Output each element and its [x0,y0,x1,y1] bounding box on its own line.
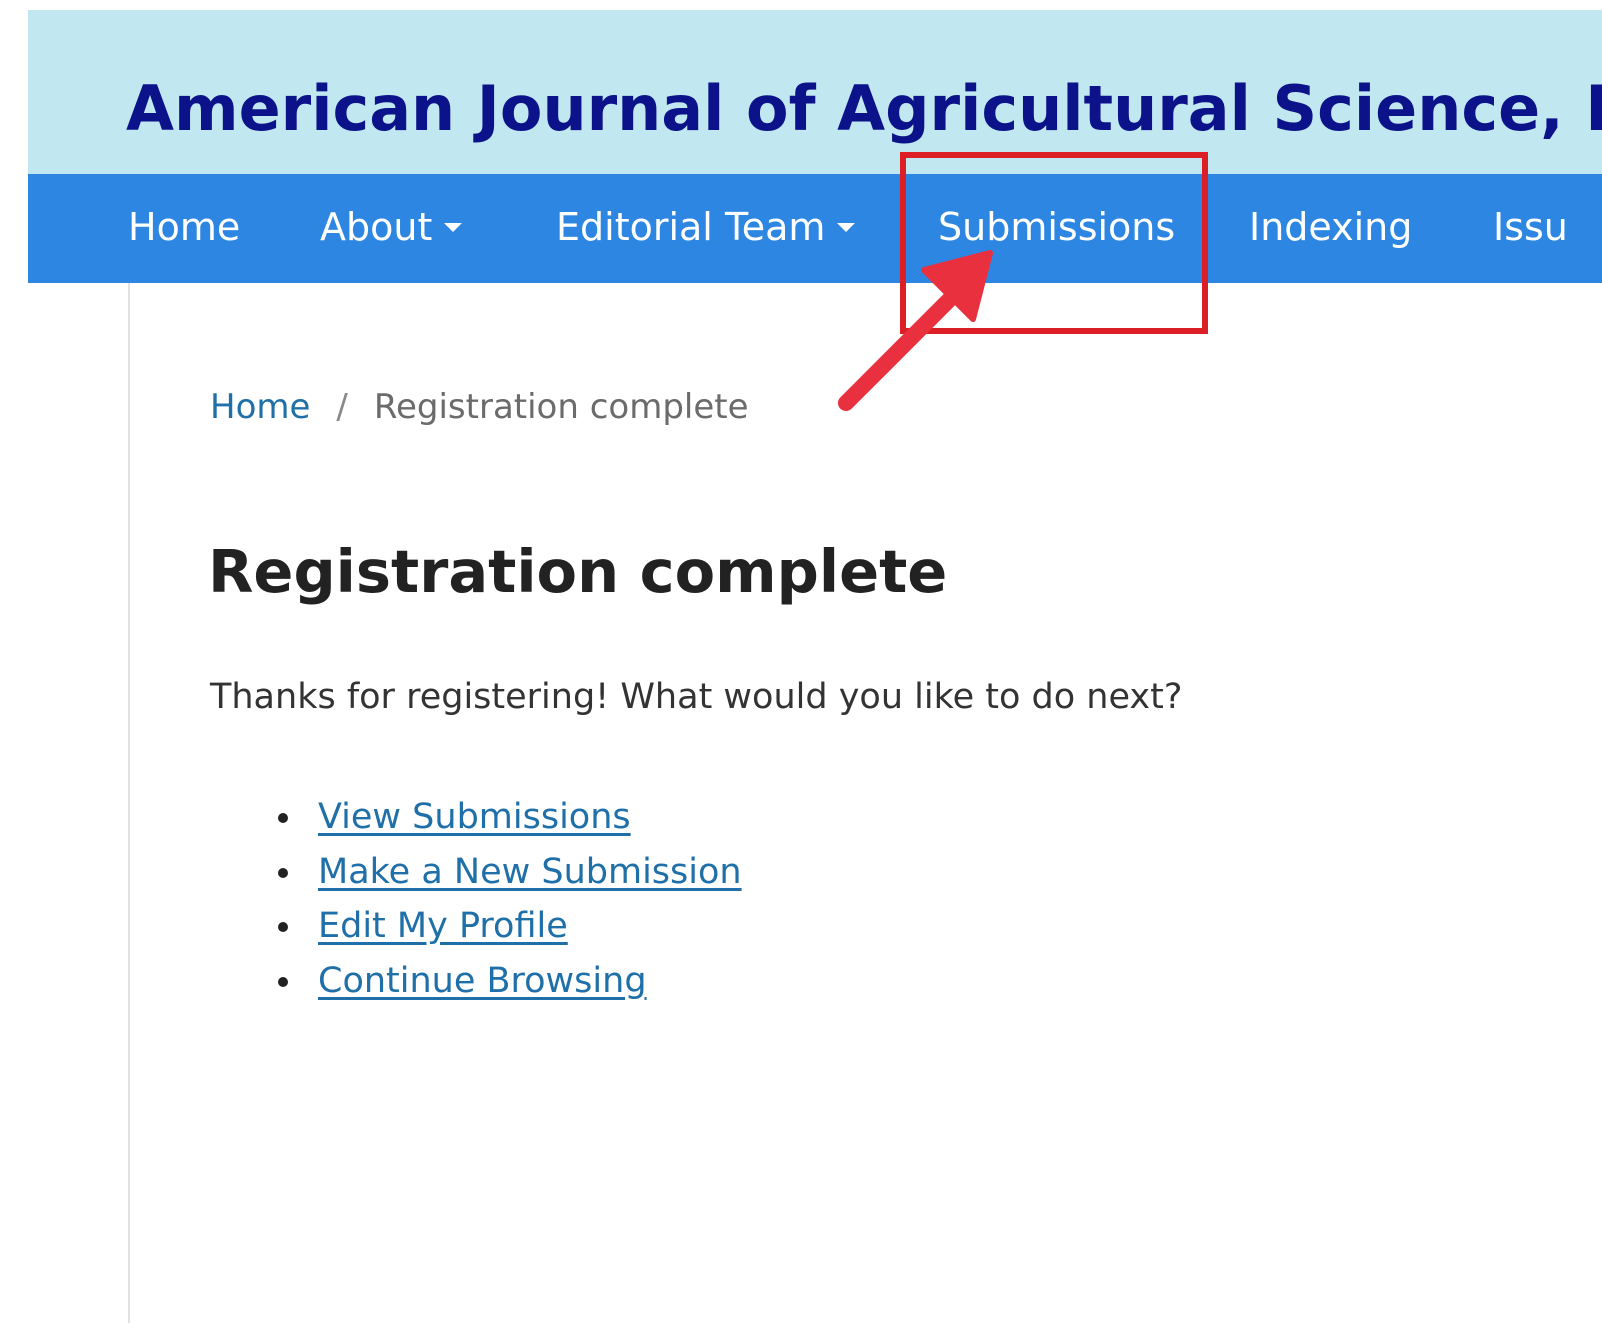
continue-browsing-link[interactable]: Continue Browsing [318,961,647,1001]
nav-item-submissions[interactable]: Submissions [938,204,1175,250]
caret-down-icon [837,223,856,232]
content-divider [128,283,130,1323]
list-item: View Submissions [270,790,742,845]
breadcrumb-home-link[interactable]: Home [210,387,310,427]
list-item: Edit My Profile [270,899,742,954]
next-steps-list: View Submissions Make a New Submission E… [270,790,742,1008]
bullet-icon [278,922,288,932]
bullet-icon [278,976,288,987]
breadcrumb-separator: / [336,387,348,427]
caret-down-icon [444,223,463,232]
nav-item-editorial-team[interactable]: Editorial Team [556,204,856,250]
main-navbar: Home About Editorial Team Submissions In… [28,174,1602,283]
bullet-icon [278,867,288,878]
intro-text: Thanks for registering! What would you l… [210,677,1183,717]
breadcrumb-current: Registration complete [373,387,749,427]
page-title: Registration complete [208,537,948,606]
breadcrumb: Home / Registration complete [210,386,749,428]
bullet-icon [278,813,288,823]
nav-item-label: Editorial Team [556,205,826,249]
nav-item-label: About [320,205,433,249]
nav-item-label: Indexing [1249,205,1413,249]
nav-item-about[interactable]: About [320,204,463,250]
nav-item-issues[interactable]: Issu [1493,204,1568,250]
edit-profile-link[interactable]: Edit My Profile [318,906,568,946]
site-header: American Journal of Agricultural Science… [28,10,1602,174]
list-item: Make a New Submission [270,845,742,900]
nav-item-label: Issu [1493,205,1568,249]
nav-item-label: Submissions [938,205,1176,249]
view-submissions-link[interactable]: View Submissions [318,797,631,837]
list-item: Continue Browsing [270,954,742,1009]
nav-item-label: Home [128,205,241,249]
page-frame: American Journal of Agricultural Science… [28,10,1602,1323]
nav-item-home[interactable]: Home [128,204,240,250]
nav-item-indexing[interactable]: Indexing [1249,204,1412,250]
new-submission-link[interactable]: Make a New Submission [318,852,742,892]
site-title[interactable]: American Journal of Agricultural Science… [126,72,1602,146]
